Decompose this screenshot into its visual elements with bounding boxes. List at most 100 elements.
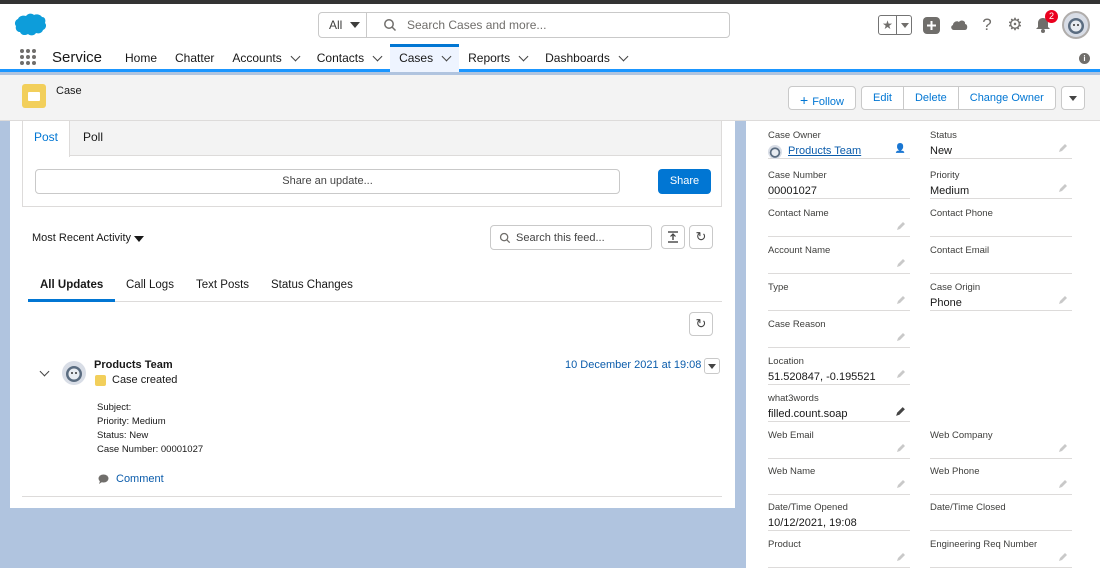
tab-status-changes[interactable]: Status Changes bbox=[271, 279, 353, 291]
app-launcher-icon[interactable] bbox=[20, 49, 36, 65]
pencil-edit-icon[interactable] bbox=[896, 295, 906, 305]
pencil-edit-icon[interactable] bbox=[1058, 143, 1068, 153]
post-body-line: Priority: Medium bbox=[97, 416, 166, 427]
change-owner-button[interactable]: Change Owner bbox=[957, 86, 1056, 110]
global-actions-add-icon[interactable] bbox=[922, 16, 940, 34]
post-author-link[interactable]: Products Team bbox=[94, 359, 173, 371]
field-contact-name: Contact Name bbox=[768, 201, 910, 237]
follow-button[interactable]: + Follow bbox=[788, 86, 856, 110]
tab-text-posts[interactable]: Text Posts bbox=[196, 279, 249, 291]
favorites-button[interactable]: ★ bbox=[878, 15, 912, 35]
feed-filter-tabs: All Updates Call Logs Text Posts Status … bbox=[28, 271, 722, 302]
app-name: Service bbox=[52, 49, 103, 66]
chevron-down-icon[interactable] bbox=[290, 51, 301, 62]
chevron-down-icon[interactable] bbox=[372, 51, 383, 62]
field-label: Case Origin bbox=[930, 282, 981, 293]
chevron-down-icon[interactable] bbox=[518, 51, 529, 62]
nav-item-label: Dashboards bbox=[545, 51, 610, 65]
tab-post[interactable]: Post bbox=[23, 121, 71, 157]
delete-button[interactable]: Delete bbox=[902, 86, 959, 110]
gear-icon[interactable]: ⚙ bbox=[1006, 15, 1024, 34]
nav-item-home[interactable]: Home bbox=[116, 44, 166, 72]
pencil-edit-icon[interactable] bbox=[896, 221, 906, 231]
nav-item-dashboards[interactable]: Dashboards bbox=[536, 44, 636, 72]
record-actions: + Follow Edit Delete Change Owner bbox=[788, 86, 1085, 110]
notifications-count-badge: 2 bbox=[1045, 10, 1058, 23]
chevron-down-icon[interactable] bbox=[618, 51, 629, 62]
field-label: Account Name bbox=[768, 245, 831, 256]
chevron-down-icon[interactable] bbox=[39, 366, 50, 377]
case-owner-link[interactable]: Products Team bbox=[788, 145, 861, 157]
share-update-input[interactable]: Share an update... bbox=[35, 169, 620, 194]
nav-item-label: Home bbox=[125, 51, 158, 65]
pencil-edit-icon[interactable] bbox=[896, 369, 906, 379]
field-what3words: what3words filled.count.soap bbox=[768, 386, 910, 422]
owner-avatar bbox=[768, 145, 782, 159]
field-case-owner: Case Owner Products Team 👤 bbox=[768, 123, 910, 159]
post-timestamp-link[interactable]: 10 December 2021 at 19:08 bbox=[565, 359, 701, 371]
field-label: Web Company bbox=[930, 430, 993, 441]
pencil-edit-icon[interactable] bbox=[1058, 183, 1068, 193]
trailhead-cloud-icon[interactable] bbox=[950, 16, 968, 34]
salesforce-logo-icon[interactable] bbox=[12, 12, 46, 36]
post-actions-menu-button[interactable] bbox=[704, 358, 720, 374]
field-label: Type bbox=[768, 282, 789, 293]
pencil-edit-icon[interactable] bbox=[1058, 443, 1068, 453]
pencil-edit-icon[interactable] bbox=[1058, 552, 1068, 562]
nav-item-label: Accounts bbox=[232, 51, 282, 65]
change-owner-icon[interactable]: 👤 bbox=[895, 143, 906, 154]
case-details-panel: Case Owner Products Team 👤 Status New Ca… bbox=[746, 121, 1100, 568]
case-briefcase-icon bbox=[22, 84, 46, 108]
comment-button[interactable]: Comment bbox=[98, 473, 164, 485]
feed-search-input[interactable]: Search this feed... bbox=[516, 232, 605, 244]
refresh-updates-button[interactable]: ↻ bbox=[689, 312, 713, 336]
feed-search[interactable]: Search this feed... bbox=[490, 225, 652, 250]
pencil-edit-icon[interactable] bbox=[1058, 479, 1068, 489]
nav-item-accounts[interactable]: Accounts bbox=[223, 44, 307, 72]
pencil-edit-icon[interactable] bbox=[896, 258, 906, 268]
collapse-feed-button[interactable] bbox=[661, 225, 685, 249]
field-label: Contact Email bbox=[930, 245, 990, 256]
comment-label: Comment bbox=[116, 473, 164, 485]
field-label: Contact Phone bbox=[930, 208, 993, 219]
info-icon[interactable]: i bbox=[1079, 53, 1090, 64]
share-button[interactable]: Share bbox=[658, 169, 711, 194]
global-search[interactable]: All Search Cases and more... bbox=[318, 12, 730, 38]
pencil-edit-icon[interactable] bbox=[896, 552, 906, 562]
search-scope-select[interactable]: All bbox=[319, 13, 367, 37]
search-input[interactable]: Search Cases and more... bbox=[407, 18, 546, 32]
field-label: Product bbox=[768, 539, 801, 550]
notifications-bell-icon[interactable]: 2 bbox=[1034, 10, 1058, 34]
tab-call-logs[interactable]: Call Logs bbox=[126, 279, 174, 291]
author-avatar[interactable] bbox=[62, 361, 86, 385]
field-label: what3words bbox=[768, 393, 819, 404]
field-label: Location bbox=[768, 356, 804, 367]
nav-item-contacts[interactable]: Contacts bbox=[308, 44, 390, 72]
divider bbox=[22, 496, 722, 497]
more-actions-button[interactable] bbox=[1060, 86, 1085, 110]
pencil-edit-icon[interactable] bbox=[896, 443, 906, 453]
nav-item-reports[interactable]: Reports bbox=[459, 44, 536, 72]
feed-sort-select[interactable]: Most Recent Activity bbox=[32, 232, 131, 244]
caret-down-icon[interactable] bbox=[134, 236, 144, 242]
field-label: Contact Name bbox=[768, 208, 829, 219]
pencil-edit-icon[interactable] bbox=[1058, 295, 1068, 305]
field-label: Web Phone bbox=[930, 466, 980, 477]
help-icon[interactable]: ? bbox=[978, 15, 996, 34]
post-action-text: Case created bbox=[112, 374, 178, 386]
nav-item-chatter[interactable]: Chatter bbox=[166, 44, 223, 72]
comment-icon bbox=[98, 474, 109, 484]
field-contact-email: Contact Email bbox=[930, 238, 1072, 274]
nav-item-cases[interactable]: Cases bbox=[390, 44, 460, 72]
field-web-company: Web Company bbox=[930, 423, 1072, 459]
tab-all-updates[interactable]: All Updates bbox=[28, 279, 116, 302]
field-web-email: Web Email bbox=[768, 423, 910, 459]
tab-poll[interactable]: Poll bbox=[72, 121, 114, 156]
pencil-edit-icon[interactable] bbox=[896, 332, 906, 342]
chevron-down-icon[interactable] bbox=[441, 51, 452, 62]
user-avatar[interactable] bbox=[1062, 11, 1090, 39]
refresh-feed-button[interactable]: ↻ bbox=[689, 225, 713, 249]
pencil-edit-icon[interactable] bbox=[896, 479, 906, 489]
pencil-edit-icon[interactable] bbox=[895, 406, 906, 417]
edit-button[interactable]: Edit bbox=[860, 86, 904, 110]
